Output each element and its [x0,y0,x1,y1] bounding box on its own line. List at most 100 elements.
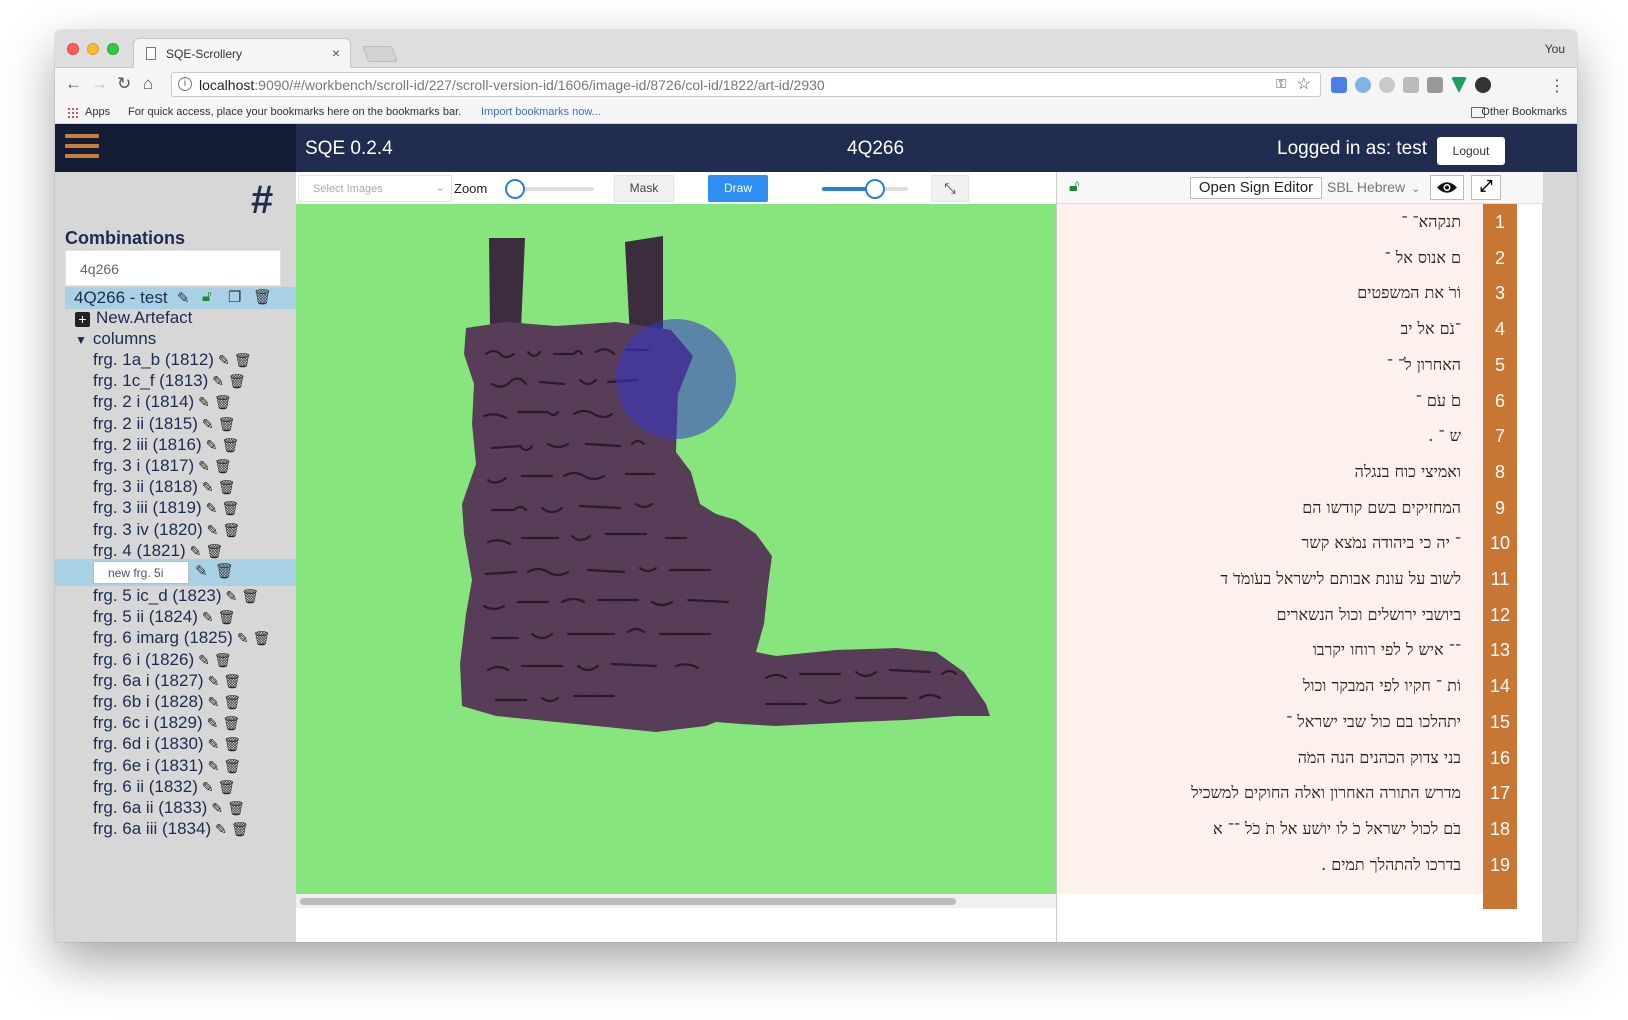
tab-close-icon[interactable]: × [332,45,340,61]
unlock-icon[interactable]: 🔓︎ [1069,178,1079,196]
edit-icon[interactable]: ✎ [202,479,214,496]
list-item[interactable]: frg. 3 i (1817) ✎ 🗑︎ [93,456,293,477]
transcription-line[interactable]: לשוב על עונת אבותם לישראל בעֹומֹדֹ ד [1220,569,1461,589]
fragment-label[interactable]: frg. 4 (1821) [93,541,186,560]
fragment-label[interactable]: frg. 1a_b (1812) [93,350,214,369]
transcription-line[interactable]: מדרש התורה האחרון ואלה החוקים למשכיל [1191,783,1461,803]
edit-icon[interactable]: ✎ [202,416,214,433]
new-tab-button[interactable] [362,46,398,62]
transcription-line[interactable]: ־־ איש ל לפי רוחו יקרבו [1313,640,1461,660]
edit-icon[interactable]: ✎ [195,562,208,580]
profile-button[interactable]: You [1545,42,1565,56]
edit-icon[interactable]: ✎ [207,522,219,539]
edit-icon[interactable]: ✎ [198,394,210,411]
list-item[interactable]: frg. 5 ii (1824) ✎ 🗑︎ [93,607,293,628]
list-item[interactable]: frg. 6 i (1826) ✎ 🗑︎ [93,650,293,671]
minimize-window-button[interactable] [87,43,99,55]
fragment-label[interactable]: frg. 3 ii (1818) [93,477,198,496]
brush-size-slider[interactable] [822,179,908,199]
trash-icon[interactable]: 🗑︎ [223,694,241,711]
trash-icon[interactable]: 🗑︎ [221,437,239,454]
trash-icon[interactable]: 🗑︎ [214,458,232,475]
browser-tab[interactable]: SQE-Scrollery × [133,38,351,68]
compress-icon[interactable]: ⤡ [931,175,969,202]
trash-icon[interactable]: 🗑︎ [222,522,240,539]
edit-icon[interactable]: ✎ [190,543,202,560]
transcription-line[interactable]: ־נֹם אל יב [1401,319,1461,339]
edit-icon[interactable]: ✎ [206,500,218,517]
trash-icon[interactable]: 🗑︎ [241,588,259,605]
edit-icon[interactable]: ✎ [208,694,220,711]
trash-icon[interactable]: 🗑︎ [234,352,252,369]
list-item[interactable]: frg. 1c_f (1813) ✎ 🗑︎ [93,371,293,392]
trash-icon[interactable]: 🗑︎ [205,543,223,560]
fragment-label[interactable]: frg. 6a iii (1834) [93,819,211,838]
list-item[interactable]: frg. 6d i (1830) ✎ 🗑︎ [93,734,293,755]
columns-toggle[interactable]: ▼ columns [75,329,156,349]
extension-icon[interactable] [1475,77,1491,93]
trash-icon[interactable]: 🗑︎ [214,652,232,669]
list-item[interactable]: frg. 1a_b (1812) ✎ 🗑︎ [93,350,293,371]
unlock-icon[interactable]: 🔓︎ [202,288,212,305]
close-window-button[interactable] [67,43,79,55]
trash-icon[interactable]: 🗑︎ [218,479,236,496]
other-bookmarks-link[interactable]: Other Bookmarks [1481,106,1567,118]
draw-button[interactable]: Draw [708,175,768,202]
key-icon[interactable]: ⚿ [1276,76,1286,92]
trash-icon[interactable]: 🗑︎ [222,715,240,732]
brush-slider-handle[interactable] [865,179,886,199]
forward-icon[interactable]: → [91,74,108,94]
new-artefact-item[interactable]: + New.Artefact [75,308,192,328]
list-item[interactable]: frg. 6 imarg (1825) ✎ 🗑︎ [93,628,293,649]
transcription-line[interactable]: יתהלכו בם כול שבי ישראל ־ [1286,712,1461,732]
hash-icon[interactable]: # [251,178,273,223]
trash-icon[interactable]: 🗑︎ [228,373,246,390]
fragment-label[interactable]: frg. 5 ic_d (1823) [93,586,222,605]
fragment-label[interactable]: frg. 6d i (1830) [93,734,204,753]
edit-icon[interactable]: ✎ [202,779,214,796]
transcription-line[interactable]: ביושבי ירושלים וכול הנשארים [1277,605,1462,625]
edit-icon[interactable]: ✎ [215,821,227,838]
maximize-window-button[interactable] [107,43,119,55]
edit-icon[interactable]: ✎ [206,437,218,454]
zoom-slider-handle[interactable] [504,179,525,199]
trash-icon[interactable]: 🗑︎ [253,630,271,647]
translate-extension-icon[interactable] [1331,77,1347,93]
combination-name[interactable]: 4Q266 - test [74,288,168,308]
trash-icon[interactable]: 🗑︎ [221,500,239,517]
transcription-text[interactable]: תנקהא־ ־ ם אנוס אל ־ וֹרֹ את המשפטים ־נֹם א… [1057,204,1483,894]
edit-icon[interactable]: ✎ [198,458,210,475]
fragment-label[interactable]: frg. 6b i (1828) [93,692,204,711]
list-item[interactable]: frg. 6b i (1828) ✎ 🗑︎ [93,692,293,713]
edit-icon[interactable]: ✎ [211,800,223,817]
apps-grid-icon[interactable] [67,107,79,119]
scrollbar-thumb[interactable] [300,898,956,905]
mask-button[interactable]: Mask [614,175,674,202]
trash-icon[interactable]: 🗑︎ [223,758,241,775]
vue-devtools-icon[interactable] [1451,77,1467,93]
edit-icon[interactable]: ✎ [237,630,249,647]
extension-icon[interactable] [1379,77,1395,93]
fragment-label[interactable]: frg. 3 iii (1819) [93,498,202,517]
trash-icon[interactable]: 🗑︎ [218,416,236,433]
fragment-name-input[interactable]: new frg. 5i [93,561,189,584]
horizontal-scrollbar[interactable] [296,894,1056,908]
fragment-label[interactable]: frg. 5 ii (1824) [93,607,198,626]
list-item[interactable]: frg. 3 iii (1819) ✎ 🗑︎ [93,498,293,519]
transcription-line[interactable]: ש ־ . [1428,426,1461,446]
site-info-icon[interactable]: i [178,77,192,91]
transcription-line[interactable]: וֹת ־ חקיו לפי המבקר וכול [1303,676,1461,696]
trash-icon[interactable]: 🗑︎ [215,562,234,580]
bookmark-star-icon[interactable]: ☆ [1297,74,1311,94]
combination-search-input[interactable]: 4q266 [65,250,281,286]
fragment-label[interactable]: frg. 2 iii (1816) [93,435,202,454]
extension-icon[interactable] [1403,77,1419,93]
edit-icon[interactable]: ✎ [218,352,230,369]
list-item[interactable]: frg. 2 i (1814) ✎ 🗑︎ [93,392,293,413]
list-item[interactable]: frg. 6c i (1829) ✎ 🗑︎ [93,713,293,734]
transcription-line[interactable]: ־ יה כי ביהודה נמֹצא קשר [1302,533,1462,553]
fragment-label[interactable]: frg. 1c_f (1813) [93,371,208,390]
fragment-label[interactable]: frg. 6a i (1827) [93,671,204,690]
list-item[interactable]: frg. 6 ii (1832) ✎ 🗑︎ [93,777,293,798]
apps-link[interactable]: Apps [85,106,110,118]
